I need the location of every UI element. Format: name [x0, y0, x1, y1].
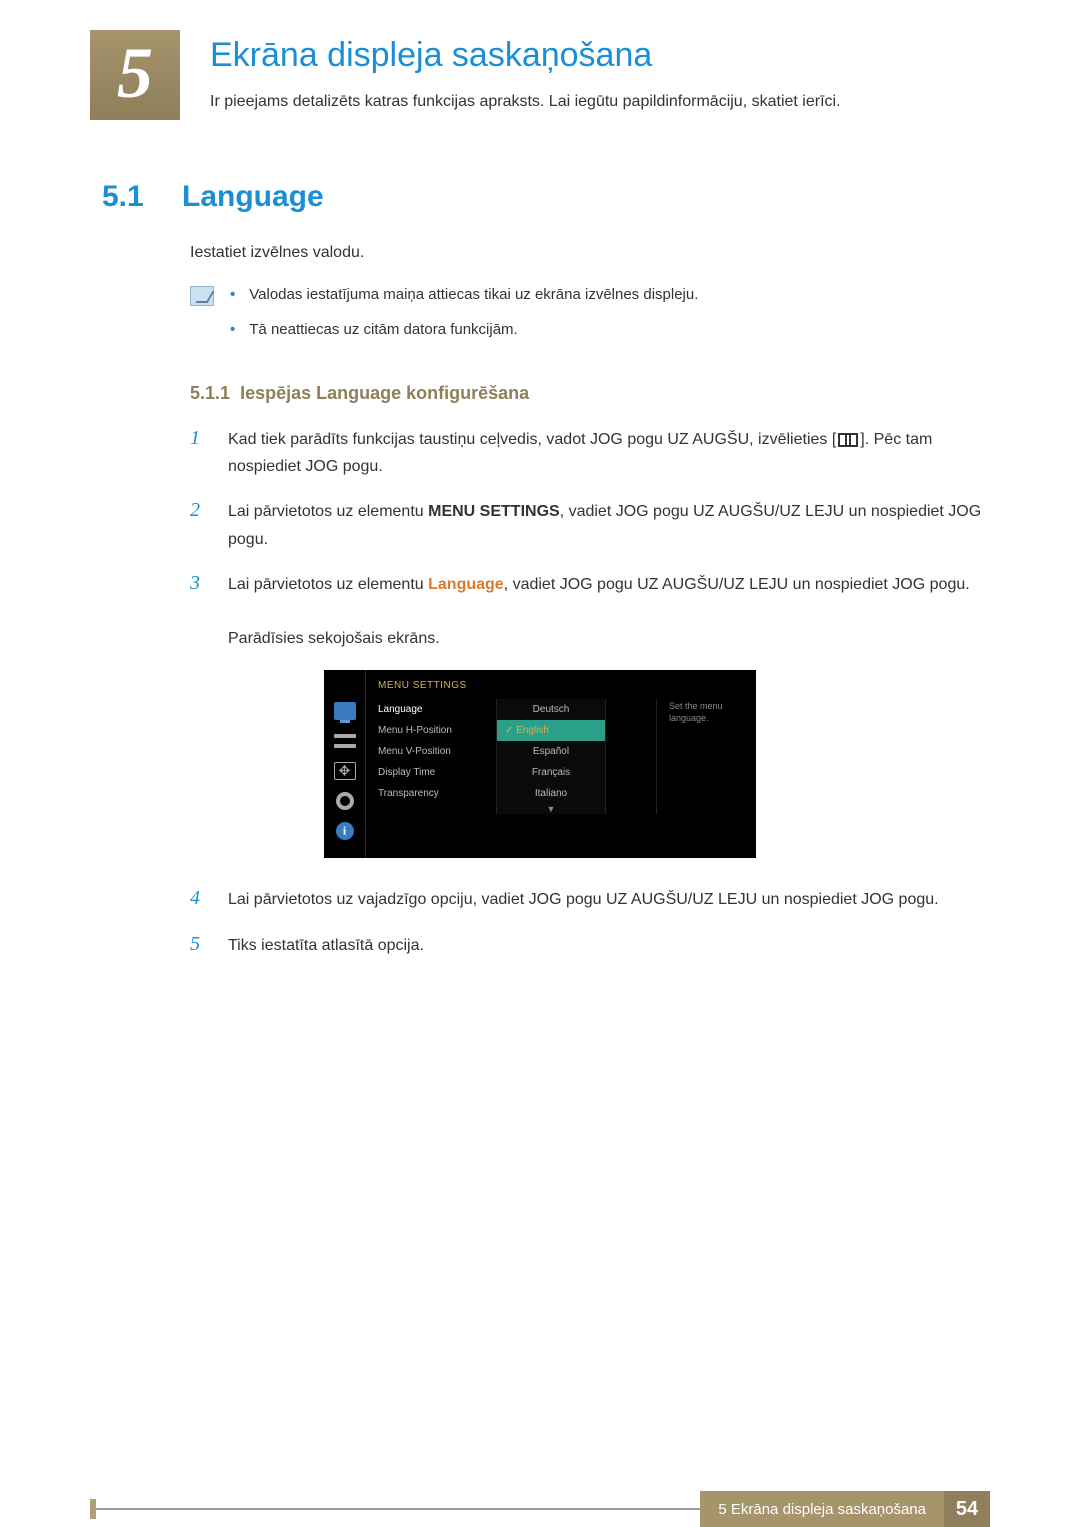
step-text: Lai pārvietotos uz elementu	[228, 576, 428, 593]
step-text: Parādīsies sekojošais ekrāns.	[228, 630, 440, 647]
page-footer: 5 Ekrāna displeja saskaņošana 54	[90, 1491, 990, 1527]
step-text: , vadiet JOG pogu UZ AUGŠU/UZ LEJU un no…	[504, 576, 970, 593]
step-number: 4	[190, 886, 210, 913]
osd-language-item: Español	[497, 741, 605, 762]
step-3: 3 Lai pārvietotos uz elementu Language, …	[190, 571, 990, 653]
note-item: • Valodas iestatījuma maiņa attiecas tik…	[230, 284, 698, 307]
note-text: Tā neattiecas uz citām datora funkcijām.	[249, 319, 517, 342]
note-item: • Tā neattiecas uz citām datora funkcijā…	[230, 319, 698, 342]
osd-menu-item: Display Time	[378, 762, 496, 783]
bullet-icon: •	[230, 319, 235, 342]
osd-language-item: Italiano	[497, 783, 605, 804]
chapter-title: Ekrāna displeja saskaņošana	[210, 36, 990, 75]
osd-language-item-selected: English	[497, 720, 605, 741]
step-text: Lai pārvietotos uz elementu	[228, 503, 428, 520]
osd-screenshot: MENU SETTINGS Language Menu H-Position M…	[324, 670, 756, 858]
arrows-icon	[334, 762, 356, 780]
step-5: 5 Tiks iestatīta atlasītā opcija.	[190, 932, 990, 959]
step-1: 1 Kad tiek parādīts funkcijas taustiņu c…	[190, 426, 990, 480]
chevron-down-icon: ▼	[497, 804, 605, 814]
gear-icon	[336, 792, 354, 810]
chapter-badge: 5	[90, 30, 180, 120]
osd-description: Set the menu language.	[656, 699, 756, 814]
osd-sidebar	[324, 670, 366, 858]
step-text: Tiks iestatīta atlasītā opcija.	[228, 932, 990, 959]
section-title: Language	[182, 180, 324, 214]
footer-page-number: 54	[944, 1491, 990, 1527]
section-intro: Iestatiet izvēlnes valodu.	[190, 244, 990, 262]
osd-menu-list: Language Menu H-Position Menu V-Position…	[378, 699, 496, 814]
osd-header: MENU SETTINGS	[378, 680, 756, 691]
step-number: 1	[190, 426, 210, 480]
step-text: Kad tiek parādīts funkcijas taustiņu ceļ…	[228, 431, 836, 448]
osd-language-item: Français	[497, 762, 605, 783]
osd-menu-item: Transparency	[378, 783, 496, 804]
osd-menu-item: Language	[378, 699, 496, 720]
chapter-header: 5 Ekrāna displeja saskaņošana Ir pieejam…	[90, 30, 990, 120]
chapter-number: 5	[117, 32, 153, 115]
note-icon	[190, 286, 214, 306]
footer-decoration	[90, 1499, 96, 1519]
osd-menu-item: Menu H-Position	[378, 720, 496, 741]
sliders-icon	[334, 732, 356, 750]
section-heading: 5.1 Language	[102, 180, 990, 214]
bullet-icon: •	[230, 284, 235, 307]
chapter-subtitle: Ir pieejams detalizēts katras funkcijas …	[210, 93, 990, 111]
footer-text: 5 Ekrāna displeja saskaņošana	[700, 1491, 944, 1527]
step-number: 2	[190, 498, 210, 552]
step-text: Lai pārvietotos uz vajadzīgo opciju, vad…	[228, 886, 990, 913]
subsection-title: 5.1.1 Iespējas Language konfigurēšana	[190, 383, 990, 404]
osd-language-item: Deutsch	[497, 699, 605, 720]
step-number: 3	[190, 571, 210, 653]
step-2: 2 Lai pārvietotos uz elementu MENU SETTI…	[190, 498, 990, 552]
info-icon	[336, 822, 354, 840]
menu-grid-icon	[838, 433, 858, 447]
step-4: 4 Lai pārvietotos uz vajadzīgo opciju, v…	[190, 886, 990, 913]
footer-line	[90, 1508, 700, 1527]
note-block: • Valodas iestatījuma maiņa attiecas tik…	[190, 284, 990, 353]
monitor-icon	[334, 702, 356, 720]
note-text: Valodas iestatījuma maiņa attiecas tikai…	[249, 284, 698, 307]
step-highlight: Language	[428, 576, 504, 593]
step-number: 5	[190, 932, 210, 959]
section-number: 5.1	[102, 180, 156, 214]
osd-menu-item: Menu V-Position	[378, 741, 496, 762]
step-bold: MENU SETTINGS	[428, 503, 560, 520]
osd-language-list: Deutsch English Español Français Italian…	[496, 699, 606, 814]
